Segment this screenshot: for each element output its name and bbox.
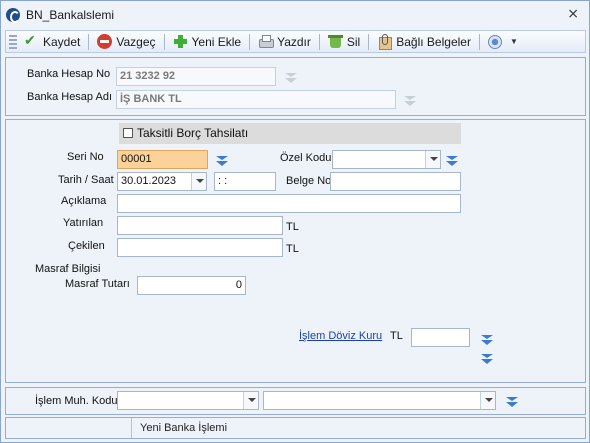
aciklama-field[interactable]	[117, 194, 461, 213]
chevron-down-icon[interactable]	[191, 173, 206, 190]
new-bank-transaction-tab[interactable]: Yeni Banka İşlemi	[131, 418, 235, 438]
accounting-code-panel: İşlem Muh. Kodu	[5, 387, 586, 415]
masraf-bilgisi-label: Masraf Bilgisi	[35, 263, 101, 275]
toolbar-separator	[163, 33, 165, 50]
belge-no-label: Belge No	[286, 175, 332, 187]
yatirilan-field[interactable]	[117, 216, 283, 235]
toolbar-separator	[318, 33, 320, 50]
account-no-field[interactable]: 21 3232 92	[116, 67, 276, 86]
toolbar: Kaydet Vazgeç Yeni Ekle Yazdır Sil Bağlı…	[5, 30, 586, 53]
save-button-label: Kaydet	[43, 34, 81, 49]
account-name-label: Banka Hesap Adı	[27, 91, 113, 103]
cancel-icon	[97, 34, 113, 49]
toolbar-grip-icon[interactable]	[9, 34, 17, 49]
time-field[interactable]: : :	[214, 172, 276, 191]
cancel-button[interactable]: Vazgeç	[92, 31, 160, 52]
ozel-kodu-filter-icon[interactable]	[446, 156, 459, 166]
belge-no-field[interactable]	[330, 172, 461, 191]
muh-kodu-combo[interactable]	[117, 391, 259, 410]
date-picker[interactable]: 30.01.2023	[117, 172, 207, 191]
close-icon[interactable]: ⨯	[567, 6, 579, 22]
toolbar-separator	[249, 33, 251, 50]
seri-no-filter-icon[interactable]	[216, 156, 229, 166]
print-button[interactable]: Yazdır	[253, 31, 316, 52]
doviz-filter-icon[interactable]	[481, 335, 494, 345]
options-icon	[487, 34, 502, 49]
cekilen-field[interactable]	[117, 238, 283, 257]
delete-button-label: Sil	[346, 34, 361, 49]
account-no-filter-icon[interactable]	[285, 73, 298, 83]
add-new-button-label: Yeni Ekle	[191, 34, 242, 49]
toolbar-separator	[88, 33, 90, 50]
installment-collection-header[interactable]: Taksitli Borç Tahsilatı	[119, 123, 461, 144]
doviz-filter-icon-2[interactable]	[481, 354, 494, 364]
bank-account-panel: Banka Hesap No 21 3232 92 Banka Hesap Ad…	[5, 57, 586, 116]
check-icon	[24, 32, 39, 49]
cancel-button-label: Vazgeç	[116, 34, 156, 49]
add-new-button[interactable]: Yeni Ekle	[168, 31, 247, 52]
doviz-kuru-link[interactable]: İşlem Döviz Kuru	[299, 330, 382, 342]
linked-documents-button[interactable]: Bağlı Belgeler	[372, 31, 476, 52]
save-button[interactable]: Kaydet	[19, 31, 85, 52]
delete-icon	[327, 34, 343, 49]
cekilen-label: Çekilen	[68, 240, 105, 252]
date-value: 30.01.2023	[121, 175, 177, 187]
account-no-label: Banka Hesap No	[27, 68, 111, 80]
more-options-button[interactable]: ▼	[483, 31, 523, 52]
muh-kodu-filter-icon[interactable]	[506, 397, 519, 407]
seri-no-label: Seri No	[67, 151, 104, 163]
muh-kodu-label: İşlem Muh. Kodu	[35, 395, 118, 407]
bank-transaction-window: BN_Bankalslemi ⨯ Kaydet Vazgeç Yeni Ekle…	[0, 0, 590, 443]
seri-no-field[interactable]: 00001	[117, 150, 208, 169]
yatirilan-label: Yatırılan	[63, 217, 104, 229]
toolbar-separator	[368, 33, 370, 50]
plus-icon	[173, 34, 188, 49]
muh-kodu-name-combo[interactable]	[263, 391, 496, 410]
aciklama-label: Açıklama	[61, 195, 107, 207]
chevron-down-icon: ▼	[509, 37, 518, 46]
toolbar-separator	[478, 33, 480, 50]
attachment-icon	[377, 34, 393, 50]
transaction-form-panel: Taksitli Borç Tahsilatı Seri No 00001 Öz…	[5, 119, 586, 383]
doviz-currency: TL	[390, 330, 403, 342]
cekilen-currency: TL	[286, 243, 299, 255]
tarih-saat-label: Tarih / Saat	[58, 174, 114, 186]
linked-documents-button-label: Bağlı Belgeler	[396, 34, 471, 49]
printer-icon	[258, 34, 275, 49]
doviz-kuru-field[interactable]	[411, 328, 470, 347]
masraf-tutari-label: Masraf Tutarı	[65, 278, 130, 290]
chevron-down-icon[interactable]	[243, 392, 258, 409]
yatirilan-currency: TL	[286, 221, 299, 233]
app-logo-icon	[6, 8, 20, 23]
window-title: BN_Bankalslemi	[26, 8, 115, 22]
title-bar: BN_Bankalslemi ⨯	[1, 1, 589, 29]
print-button-label: Yazdır	[277, 34, 311, 49]
account-name-field[interactable]: İŞ BANK TL	[116, 90, 396, 109]
masraf-tutari-field[interactable]: 0	[137, 276, 246, 295]
delete-button[interactable]: Sil	[323, 31, 365, 52]
chevron-down-icon[interactable]	[425, 151, 440, 168]
ozel-kodu-label: Özel Kodu	[280, 152, 332, 164]
footer-bar: Yeni Banka İşlemi	[5, 417, 586, 439]
chevron-down-icon[interactable]	[480, 392, 495, 409]
account-name-filter-icon[interactable]	[404, 96, 417, 106]
ozel-kodu-combo[interactable]	[332, 150, 441, 169]
installment-checkbox[interactable]	[123, 128, 133, 138]
installment-collection-title: Taksitli Borç Tahsilatı	[137, 126, 249, 140]
